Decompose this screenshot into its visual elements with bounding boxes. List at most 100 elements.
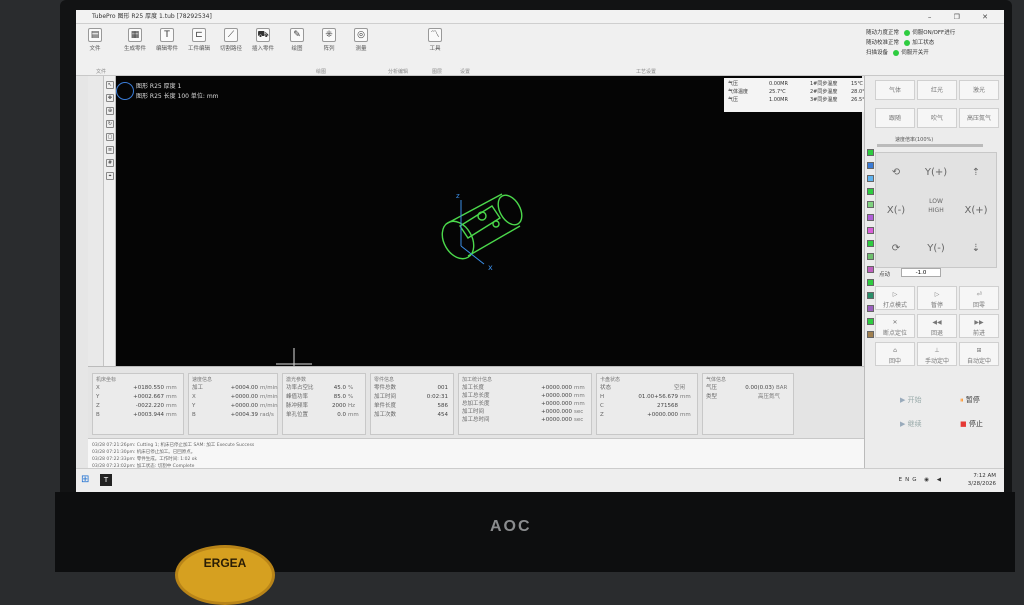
layer-swatch[interactable] [867, 162, 874, 169]
pan-icon[interactable]: ✥ [106, 94, 114, 102]
follow-button[interactable]: 跟随 [875, 108, 915, 128]
layer-swatch[interactable] [867, 240, 874, 247]
svg-text:z: z [456, 192, 460, 200]
pause-button[interactable]: ⏸ 暂停 [944, 390, 998, 410]
part-count-box: 零件信息 零件总数 001 加工时间 0:02:31 单件长度 586 加工次数 454 [370, 373, 454, 435]
speed-box: 速度信息 加工 +0004.00 m/min X +0000.00 m/min Y +00… [188, 373, 278, 435]
cut-path-button[interactable]: ⟋ 切割路径 [216, 28, 246, 52]
rotate-cw-button[interactable]: ⟳ [878, 233, 914, 265]
machine-status: 随动力度正常 伺服ON/OFF进行 随动校准正常 加工状态 扫描设备 伺服开关开 [866, 29, 956, 56]
group-settings: 设置 [460, 69, 471, 75]
insert-part-button[interactable]: ⛟ 插入零件 [248, 28, 278, 52]
auto-center-button[interactable]: ⊞ 自动定中 [959, 342, 999, 366]
step-label: 点动 [879, 272, 891, 278]
tools-button[interactable]: 〽工具 [420, 28, 450, 52]
measure-icon: ◎ [354, 28, 368, 42]
layer-swatch[interactable] [867, 201, 874, 208]
x-minus-button[interactable]: X(-) [878, 195, 914, 227]
gas-button[interactable]: 气体 [875, 80, 915, 100]
machine-info-panel: 机床坐标 X +0180.550 mm Y +0002.667 mm Z -0022.22… [88, 366, 864, 438]
screen: TubePro 图形 R25 厚度 1.tub [78292534] – ❐ ✕… [76, 10, 1004, 492]
grid-icon[interactable]: # [106, 159, 114, 167]
start-button[interactable]: ▶ 开始 [884, 390, 938, 410]
pause-mode-button[interactable]: ▷ 暂停 [917, 286, 957, 310]
gas-box: 气体信息 气压 0.00(0.03) BAR 类型 高压氮气 [702, 373, 794, 435]
jog-pad: ⟲ Y(+) ⇡ X(-) LOW HIGH X(+) ⟳ Y(-) ⇣ [875, 152, 997, 268]
draw-button[interactable]: ✎ 绘图 [282, 28, 312, 52]
tube-part [441, 193, 523, 260]
manual-center-button[interactable]: ⊥ 手动定中 [917, 342, 957, 366]
status-ok-icon [904, 39, 911, 46]
home-button[interactable]: ⏎ 回零 [959, 286, 999, 310]
group-analysis: 分析编辑 [388, 69, 409, 75]
group-layer: 图层 [432, 69, 443, 75]
windows-start-icon[interactable]: ⊞ [81, 474, 93, 486]
laser-box: 激光参数 功率占空比 45.0% 峰值功率 85.0% 脉冲频率 2000 Hz 单孔位… [282, 373, 366, 435]
y-minus-button[interactable]: Y(-) [918, 233, 954, 265]
monitor-logo: AOC [490, 518, 532, 535]
breakpoint-button[interactable]: ✕ 断点定位 [875, 314, 915, 338]
layer-icon[interactable]: ≡ [106, 146, 114, 154]
snap-icon[interactable]: ⌖ [106, 172, 114, 180]
array-icon: ⁜ [322, 28, 336, 42]
nitrogen-button[interactable]: 高压氮气 [959, 108, 999, 128]
file-button[interactable]: ▤ 文件 [80, 28, 110, 52]
step-input[interactable]: -1.0 [901, 268, 941, 277]
layer-palette [867, 149, 875, 344]
layer-swatch[interactable] [867, 188, 874, 195]
app-taskbar-icon[interactable]: T [100, 474, 112, 486]
status-ok-icon [893, 49, 900, 56]
layer-swatch[interactable] [867, 279, 874, 286]
chuck-box: 卡盘状态 状态 空闲 H 01.00+56.679 mm C 271568 Z +0000… [596, 373, 698, 435]
play-icon: ▶ [900, 420, 908, 428]
edit-part-button[interactable]: T 编辑零件 [152, 28, 182, 52]
zoom-icon[interactable]: ⊕ [106, 107, 114, 115]
low-high-toggle[interactable]: LOW HIGH [918, 191, 954, 223]
drawing-canvas[interactable]: 图形 R25 厚度 1 图形 R25 长度 100 单位: mm 气压 0.00M… [116, 76, 896, 366]
dot-mode-button[interactable]: ▷ 打点模式 [875, 286, 915, 310]
z-down-button[interactable]: ⇣ [958, 233, 994, 265]
layer-swatch[interactable] [867, 331, 874, 338]
layer-swatch[interactable] [867, 266, 874, 273]
fit-icon[interactable]: ▢ [106, 133, 114, 141]
rotate-ccw-button[interactable]: ⟲ [878, 157, 914, 189]
layer-swatch[interactable] [867, 227, 874, 234]
center-button[interactable]: ⌂ 回中 [875, 342, 915, 366]
layer-swatch[interactable] [867, 175, 874, 182]
forward-button[interactable]: ▶▶ 前进 [959, 314, 999, 338]
speed-label: 速度倍率(100%) [895, 137, 934, 143]
array-button[interactable]: ⁜ 阵列 [314, 28, 344, 52]
text-icon: T [160, 28, 174, 42]
laser-button[interactable]: 激光 [959, 80, 999, 100]
layer-swatch[interactable] [867, 292, 874, 299]
ribbon-toolbar: ▤ 文件 ▦ 生成零件 T 编辑零件 ⊏ 工件编辑 ⟋ 切割路径 ⛟ 插入零件 ✎ 绘图 ⁜ 阵… [76, 24, 1004, 76]
workpiece-edit-button[interactable]: ⊏ 工件编辑 [184, 28, 214, 52]
tray-icons[interactable]: ENG ◉ ◀ [899, 477, 944, 483]
blow-button[interactable]: 吹气 [917, 108, 957, 128]
log-line: 03/28 07:22:33pm: 零件生成。工作时间: 1:02 ok [92, 457, 198, 462]
x-plus-button[interactable]: X(+) [958, 195, 994, 227]
layer-swatch[interactable] [867, 318, 874, 325]
generate-part-button[interactable]: ▦ 生成零件 [120, 28, 150, 52]
layer-swatch[interactable] [867, 253, 874, 260]
z-up-button[interactable]: ⇡ [958, 157, 994, 189]
clock[interactable]: 7:12 AM 3/28/2026 [968, 472, 996, 488]
layer-swatch[interactable] [867, 305, 874, 312]
back-button[interactable]: ◀◀ 回退 [917, 314, 957, 338]
window-controls[interactable]: – ❐ ✕ [928, 10, 998, 24]
axis-gizmo: x z [456, 192, 493, 272]
layer-swatch[interactable] [867, 149, 874, 156]
measure-button[interactable]: ◎ 测量 [346, 28, 376, 52]
layer-swatch[interactable] [867, 214, 874, 221]
group-file: 文件 [96, 69, 107, 75]
red-light-button[interactable]: 红光 [917, 80, 957, 100]
taskbar: ⊞ T ENG ◉ ◀ 7:12 AM 3/28/2026 [76, 468, 1004, 492]
rotate-icon[interactable]: ↻ [106, 120, 114, 128]
stop-button[interactable]: ■ 停止 [944, 414, 998, 434]
y-plus-button[interactable]: Y(+) [918, 157, 954, 189]
select-icon[interactable]: ↖ [106, 81, 114, 89]
left-nav [88, 76, 104, 366]
status-label: 扫描设备 [866, 50, 889, 56]
continue-button[interactable]: ▶ 继续 [884, 414, 938, 434]
speed-slider[interactable] [877, 144, 983, 147]
